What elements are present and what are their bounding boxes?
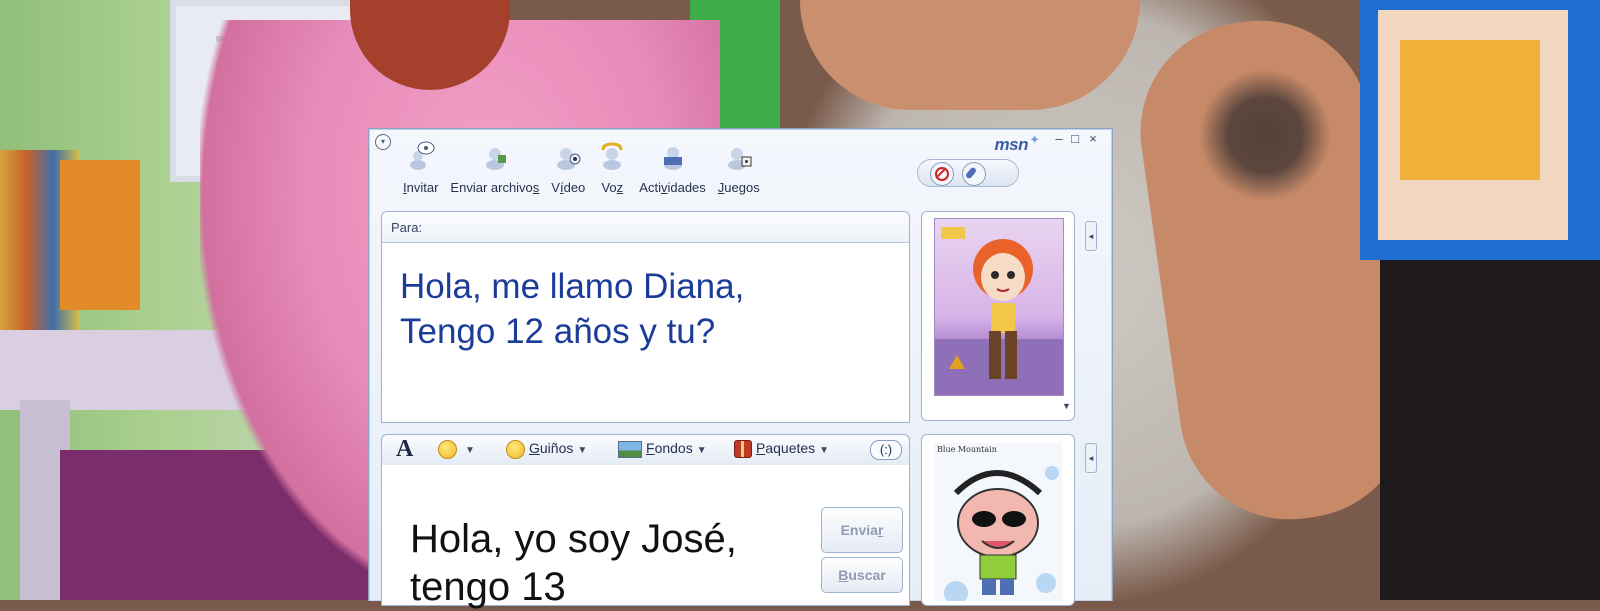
nudge-button[interactable]: (:) <box>870 440 902 460</box>
block-button[interactable] <box>930 162 954 186</box>
format-toolbar: A ▼ Guiños ▼ Fondos ▼ Paquetes ▼ (:) <box>381 434 910 466</box>
voice-icon <box>601 142 623 170</box>
send-button[interactable]: Enviar <box>821 507 903 553</box>
chevron-down-icon: ▼ <box>819 445 830 456</box>
activities-icon <box>663 147 682 170</box>
winks-button[interactable]: Guiños ▼ <box>506 440 587 459</box>
avatar-caption: Blue Mountain <box>937 445 997 454</box>
theme-button[interactable] <box>962 162 986 186</box>
activities-button[interactable]: Actividades <box>633 137 711 197</box>
backgrounds-button[interactable]: Fondos ▼ <box>618 440 707 458</box>
video-button[interactable]: Vídeo <box>545 137 591 197</box>
chevron-down-icon[interactable]: ▼ <box>1062 401 1071 411</box>
background-monitor-right <box>1360 0 1600 260</box>
background-tattoo <box>1190 60 1340 210</box>
typed-message-line: tengo 13 <box>410 565 566 609</box>
user-display-picture[interactable]: Blue Mountain <box>921 434 1075 606</box>
chevron-down-icon: ▼ <box>465 445 475 457</box>
butterfly-icon: ✦ <box>1029 132 1040 147</box>
conversation-history: Para: Hola, me llamo Diana, Tengo 12 año… <box>381 211 910 423</box>
send-files-button[interactable]: Enviar archivos <box>444 137 545 197</box>
quick-buttons <box>917 159 1019 187</box>
invite-icon <box>409 141 435 170</box>
msn-logo: msn <box>994 135 1029 154</box>
wink-icon <box>506 440 525 459</box>
emoticon-icon <box>438 440 457 459</box>
typed-message: Hola, yo soy José, tengo 13 <box>410 515 830 611</box>
background-shelf <box>60 160 140 310</box>
font-button[interactable]: A <box>396 436 413 463</box>
to-bar: Para: <box>382 212 909 243</box>
collapse-contact-picture-button[interactable]: ◂ <box>1085 221 1097 251</box>
webcam-icon <box>557 148 581 170</box>
received-message: Hola, me llamo Diana, Tengo 12 años y tu… <box>400 264 880 354</box>
nudge-icon: (:) <box>870 440 902 460</box>
contact-display-picture[interactable] <box>921 211 1075 421</box>
toolbar: Invitar Enviar archivos Vídeo Voz Activi… <box>397 137 766 197</box>
jose-avatar: Blue Mountain <box>934 443 1062 601</box>
send-files-icon <box>485 148 506 170</box>
gift-icon <box>734 440 752 459</box>
close-button[interactable]: × <box>1086 131 1100 147</box>
chevron-down-icon: ▼ <box>577 445 588 457</box>
invite-button[interactable]: Invitar <box>397 137 444 197</box>
collapse-user-picture-button[interactable]: ◂ <box>1085 443 1097 473</box>
emoticons-button[interactable]: ▼ <box>438 440 475 459</box>
received-message-line: Hola, me llamo Diana, <box>400 267 745 306</box>
window-menu-button[interactable]: ▾ <box>375 134 391 150</box>
maximize-button[interactable]: □ <box>1068 131 1082 147</box>
msn-conversation-window: ▾ msn ✦ – □ × Invitar Enviar archivos Ví… <box>368 128 1113 609</box>
packs-button[interactable]: Paquetes ▼ <box>734 440 830 459</box>
voice-button[interactable]: Voz <box>591 137 633 197</box>
background-dark-area <box>1380 260 1600 600</box>
chevron-down-icon: ▼ <box>696 445 707 456</box>
received-message-line: Tengo 12 años y tu? <box>400 312 716 351</box>
background-image-icon <box>618 440 642 458</box>
search-button[interactable]: Buscar <box>821 557 903 593</box>
games-icon <box>727 148 752 170</box>
diana-avatar <box>934 218 1064 396</box>
to-label: Para: <box>391 220 423 235</box>
minimize-button[interactable]: – <box>1052 131 1066 147</box>
games-button[interactable]: Juegos <box>712 137 766 197</box>
typed-message-line: Hola, yo soy José, <box>410 517 737 561</box>
